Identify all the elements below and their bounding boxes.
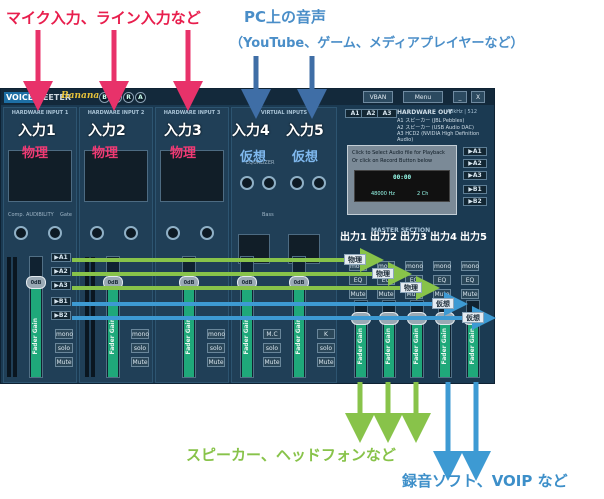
recording-caption: 録音ソフト、VOIP など [402, 472, 568, 490]
pc-arrows [241, 56, 327, 119]
speaker-caption: スピーカー、ヘッドフォンなど [186, 446, 396, 464]
routing-overlay [23, 30, 496, 481]
mic-arrows [23, 30, 203, 111]
bus-tag-5: 仮想 [462, 312, 484, 323]
blue-routes [72, 292, 496, 330]
bus-tag-2: 物理 [372, 268, 394, 279]
bus-tag-1: 物理 [344, 254, 366, 265]
bus-tag-4: 仮想 [432, 298, 454, 309]
bus-tag-3: 物理 [400, 282, 422, 293]
